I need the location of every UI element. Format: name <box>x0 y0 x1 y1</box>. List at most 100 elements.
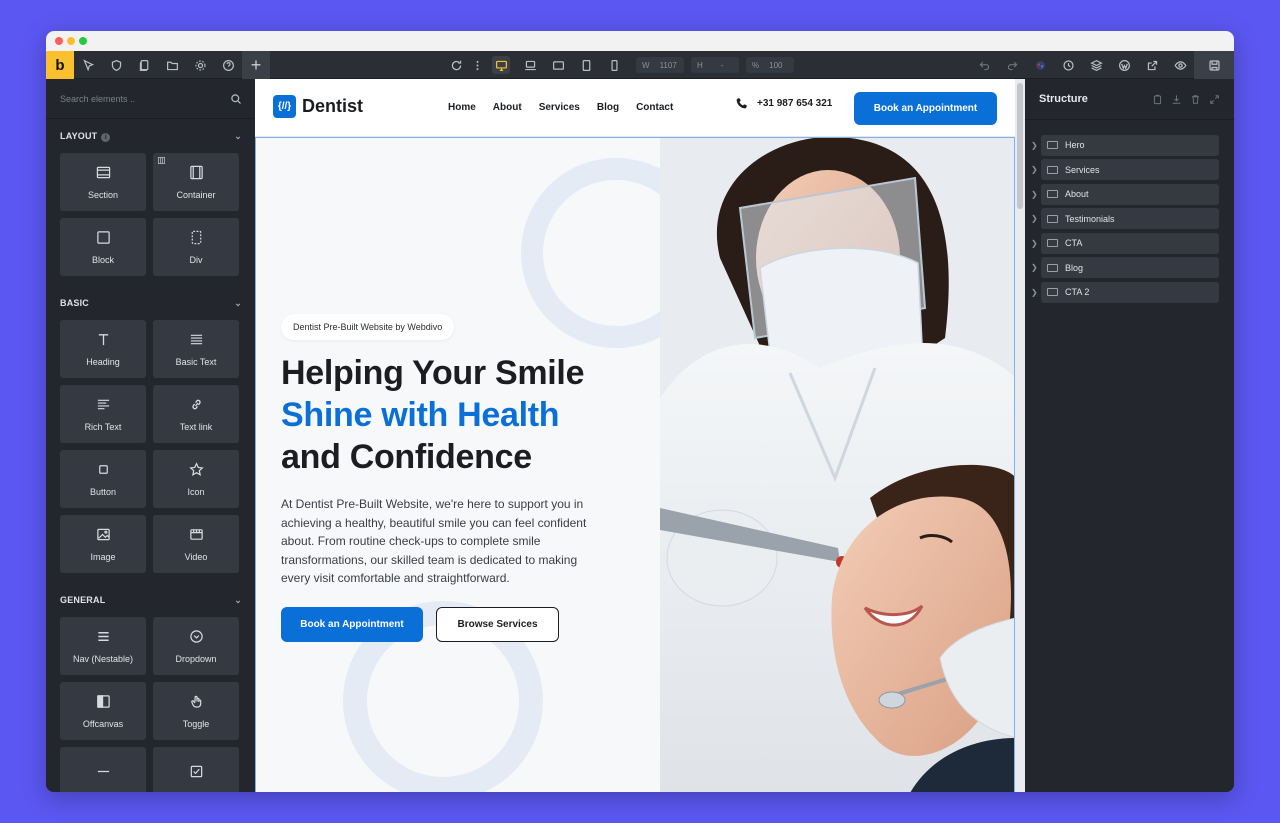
chevron-down-icon[interactable]: ⌄ <box>234 595 242 606</box>
hero-book-appointment-button[interactable]: Book an Appointment <box>281 607 423 642</box>
folder-icon[interactable] <box>163 56 181 74</box>
structure-row-testimonials[interactable]: ❯ Testimonials <box>1025 207 1234 231</box>
chevron-down-icon[interactable]: ⌄ <box>234 298 242 309</box>
chevron-right-icon[interactable]: ❯ <box>1025 263 1041 272</box>
chevron-down-icon[interactable]: ⌄ <box>234 131 242 142</box>
clipboard-icon[interactable] <box>1152 94 1163 105</box>
category-title: BASIC <box>60 298 90 308</box>
structure-item[interactable]: Blog <box>1041 257 1219 278</box>
structure-item[interactable]: Services <box>1041 159 1219 180</box>
structure-row-hero[interactable]: ❯ Hero <box>1025 133 1234 157</box>
element-divider[interactable] <box>60 747 146 792</box>
more-vertical-icon[interactable] <box>468 56 486 74</box>
download-icon[interactable] <box>1171 94 1182 105</box>
nav-link-services[interactable]: Services <box>539 102 580 113</box>
tablet-landscape-icon[interactable] <box>549 56 567 74</box>
structure-row-blog[interactable]: ❯ Blog <box>1025 256 1234 280</box>
maximize-window-button[interactable] <box>79 37 87 45</box>
canvas-scrollbar[interactable] <box>1015 79 1025 792</box>
element-icon[interactable]: Icon <box>153 450 239 508</box>
structure-item[interactable]: CTA 2 <box>1041 281 1219 303</box>
header-book-appointment-button[interactable]: Book an Appointment <box>854 92 997 125</box>
tablet-portrait-icon[interactable] <box>577 56 595 74</box>
structure-row-cta[interactable]: ❯ CTA <box>1025 231 1234 255</box>
site-logo[interactable]: {//} Dentist <box>273 95 363 118</box>
structure-item[interactable]: Testimonials <box>1041 208 1219 229</box>
height-field[interactable]: H - <box>691 57 739 73</box>
builder-toolbar: b + W 1107 H - % 100 <box>46 51 1234 79</box>
element-offcanvas[interactable]: Offcanvas <box>60 682 146 740</box>
preview-eye-icon[interactable] <box>1171 56 1189 74</box>
zoom-field[interactable]: % 100 <box>746 57 794 73</box>
element-basic-text[interactable]: Basic Text <box>153 320 239 378</box>
element-text-link[interactable]: Text link <box>153 385 239 443</box>
element-section[interactable]: Section <box>60 153 146 211</box>
gear-icon[interactable] <box>191 56 209 74</box>
color-palette-icon[interactable] <box>1031 56 1049 74</box>
structure-item[interactable]: CTA <box>1041 232 1219 254</box>
structure-tree: ❯ Hero ❯ Services ❯ About ❯ Testimonials… <box>1025 120 1234 304</box>
layers-icon[interactable] <box>1087 56 1105 74</box>
chevron-right-icon[interactable]: ❯ <box>1025 141 1041 150</box>
chevron-right-icon[interactable]: ❯ <box>1025 165 1041 174</box>
history-icon[interactable] <box>1059 56 1077 74</box>
element-nav-nestable[interactable]: Nav (Nestable) <box>60 617 146 675</box>
builder-canvas[interactable]: {//} Dentist Home About Services Blog Co… <box>255 79 1025 792</box>
refresh-icon[interactable] <box>447 56 465 74</box>
hero-section[interactable]: Dentist Pre-Built Website by Webdivo Hel… <box>255 137 1015 792</box>
chevron-right-icon[interactable]: ❯ <box>1025 190 1041 199</box>
structure-row-services[interactable]: ❯ Services <box>1025 158 1234 182</box>
element-heading[interactable]: Heading <box>60 320 146 378</box>
scrollbar-thumb[interactable] <box>1017 83 1023 209</box>
category-layout[interactable]: LAYOUT i ⌄ <box>46 119 254 153</box>
chevron-right-icon[interactable]: ❯ <box>1025 239 1041 248</box>
element-rich-text[interactable]: Rich Text <box>60 385 146 443</box>
structure-item[interactable]: Hero <box>1041 134 1219 156</box>
search-elements-input[interactable] <box>60 93 210 104</box>
trash-icon[interactable] <box>1190 94 1201 105</box>
help-icon[interactable] <box>219 56 237 74</box>
pages-icon[interactable] <box>135 56 153 74</box>
browse-services-button[interactable]: Browse Services <box>436 607 559 642</box>
expand-icon[interactable] <box>1209 94 1220 105</box>
cursor-icon[interactable] <box>79 56 97 74</box>
element-image[interactable]: Image <box>60 515 146 573</box>
width-field[interactable]: W 1107 <box>636 57 684 73</box>
save-button[interactable] <box>1194 51 1234 79</box>
search-icon[interactable] <box>230 93 242 105</box>
nav-link-contact[interactable]: Contact <box>636 102 673 113</box>
structure-row-about[interactable]: ❯ About <box>1025 182 1234 206</box>
nav-link-home[interactable]: Home <box>448 102 476 113</box>
shield-icon[interactable] <box>107 56 125 74</box>
category-general[interactable]: GENERAL ⌄ <box>46 583 254 617</box>
nav-link-blog[interactable]: Blog <box>597 102 619 113</box>
element-dropdown[interactable]: Dropdown <box>153 617 239 675</box>
element-block[interactable]: Block <box>60 218 146 276</box>
chevron-right-icon[interactable]: ❯ <box>1025 214 1041 223</box>
add-element-button[interactable]: + <box>242 51 270 79</box>
mobile-breakpoint-icon[interactable] <box>605 56 623 74</box>
category-basic[interactable]: BASIC ⌄ <box>46 286 254 320</box>
element-checkbox[interactable] <box>153 747 239 792</box>
builder-logo[interactable]: b <box>46 51 74 79</box>
info-icon[interactable]: i <box>101 132 111 142</box>
structure-item[interactable]: About <box>1041 183 1219 205</box>
element-container[interactable]: Container <box>153 153 239 211</box>
desktop-breakpoint-icon[interactable] <box>492 56 510 74</box>
element-div[interactable]: Div <box>153 218 239 276</box>
element-button[interactable]: Button <box>60 450 146 508</box>
element-label: Toggle <box>182 718 210 729</box>
nav-link-about[interactable]: About <box>493 102 522 113</box>
element-toggle[interactable]: Toggle <box>153 682 239 740</box>
minimize-window-button[interactable] <box>67 37 75 45</box>
phone-contact[interactable]: +31 987 654 321 <box>735 97 832 110</box>
chevron-right-icon[interactable]: ❯ <box>1025 288 1041 297</box>
structure-row-cta-2[interactable]: ❯ CTA 2 <box>1025 280 1234 304</box>
wordpress-icon[interactable] <box>1115 56 1133 74</box>
external-link-icon[interactable] <box>1143 56 1161 74</box>
laptop-breakpoint-icon[interactable] <box>521 56 539 74</box>
element-video[interactable]: Video <box>153 515 239 573</box>
undo-icon[interactable] <box>975 56 993 74</box>
redo-icon[interactable] <box>1003 56 1021 74</box>
close-window-button[interactable] <box>55 37 63 45</box>
